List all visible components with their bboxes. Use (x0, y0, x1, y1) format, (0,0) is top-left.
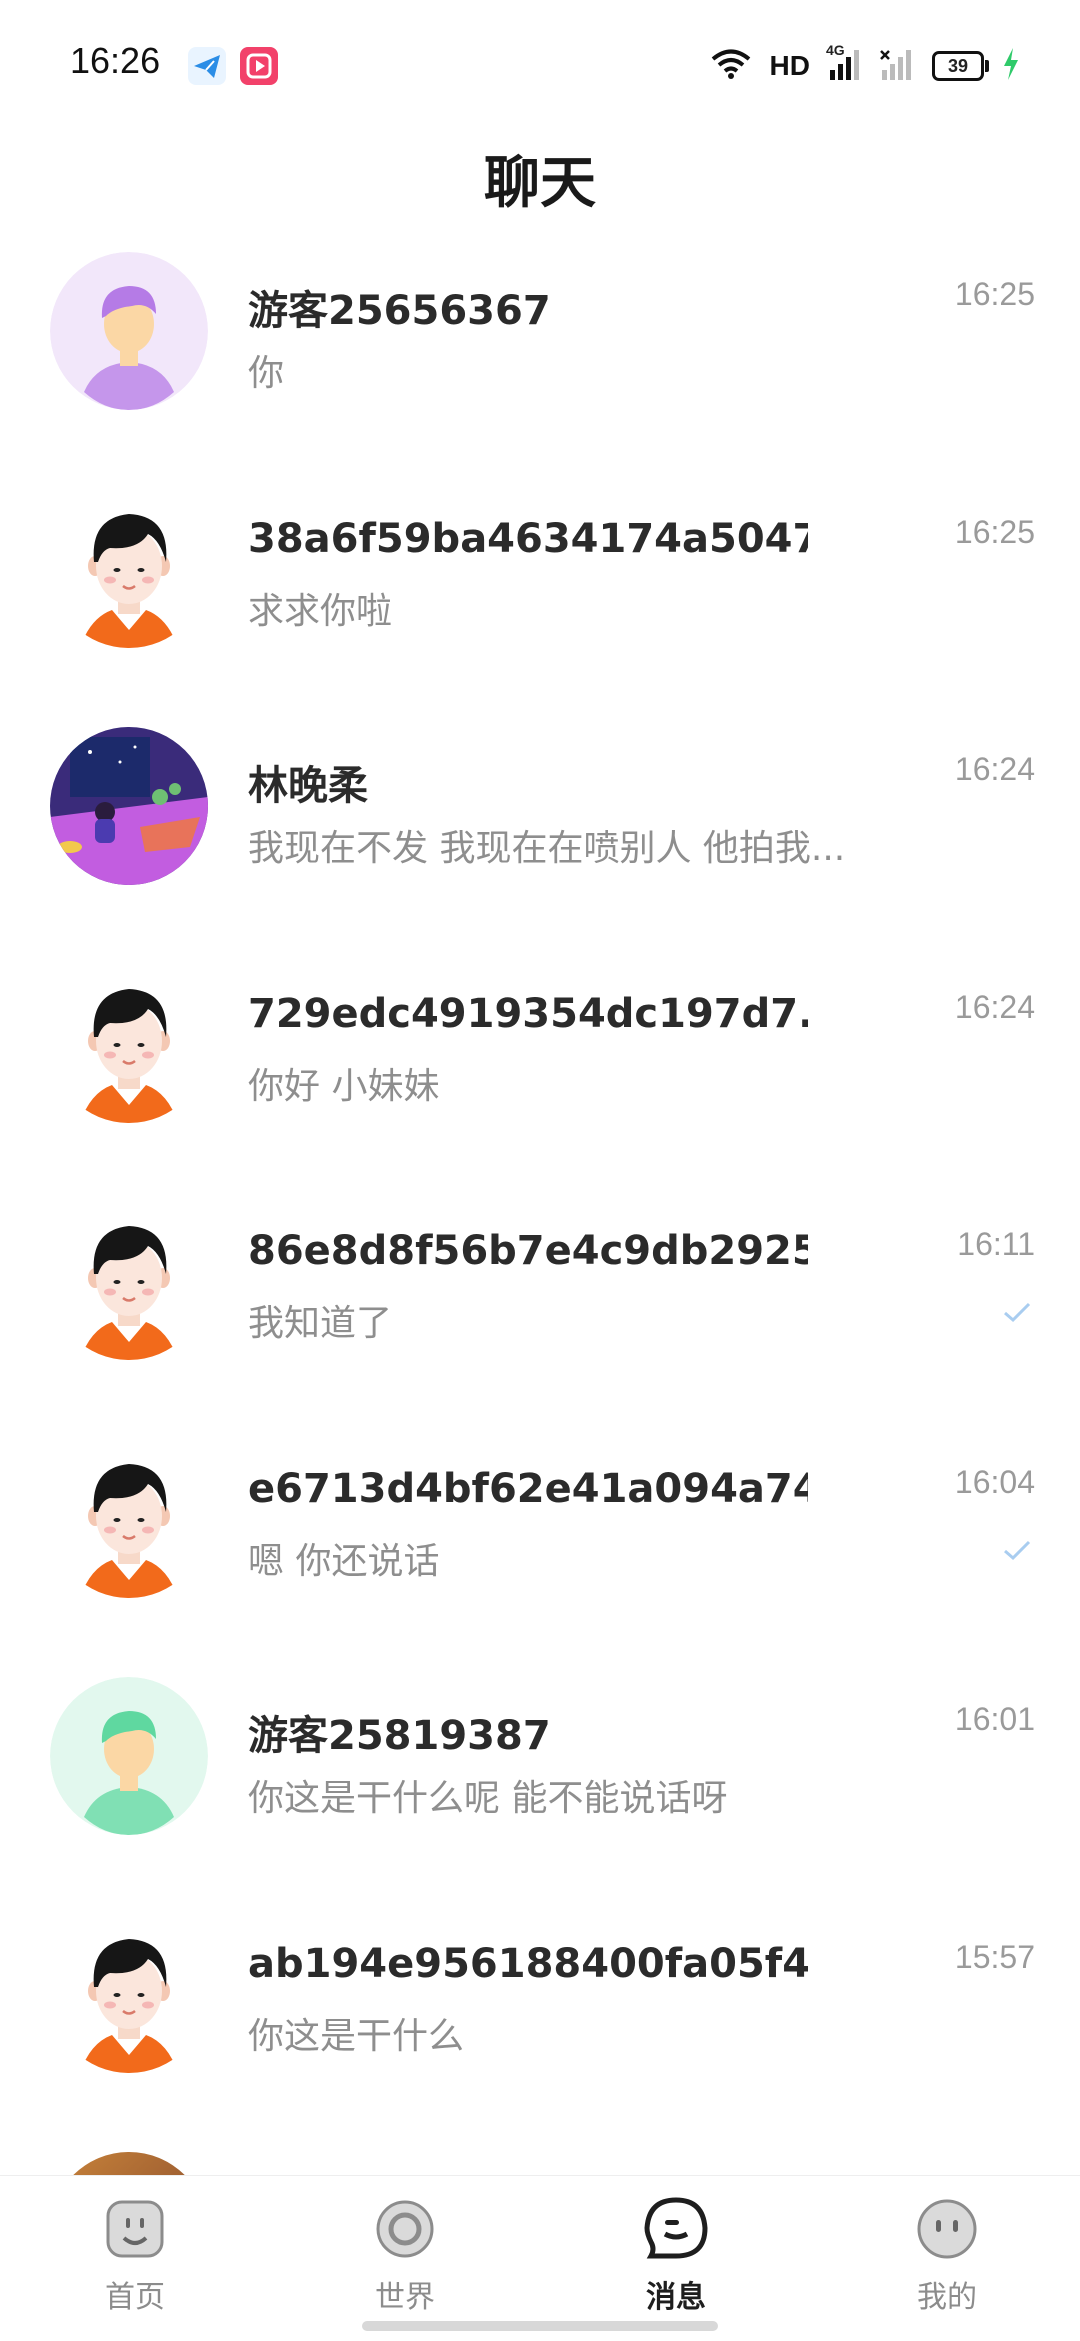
telegram-notification-icon (188, 47, 226, 85)
avatar[interactable] (50, 490, 208, 648)
chat-time: 16:25 (954, 276, 1035, 312)
message-bubble-icon (644, 2197, 708, 2259)
chat-preview: 你这是干什么 (248, 2015, 465, 2057)
chat-list[interactable]: 游客25656367 你 16:25 38a6f59ba4634174a5047...… (0, 240, 1080, 2175)
avatar[interactable] (50, 2152, 208, 2175)
nav-home[interactable]: 首页 (35, 2194, 235, 2334)
chat-preview: 你好 小妹妹 (248, 1065, 440, 1107)
hd-indicator: HD (769, 50, 810, 81)
avatar[interactable] (50, 252, 208, 410)
chat-list-item-partial[interactable] (0, 2140, 1080, 2175)
chat-name: 38a6f59ba4634174a5047... (248, 515, 808, 562)
status-bar: 16:26 HD 4G 39 (0, 0, 1080, 130)
nav-home-label: 首页 (105, 2280, 165, 2315)
chat-time: 16:04 (954, 1463, 1035, 1500)
nav-profile-label: 我的 (917, 2280, 977, 2315)
chat-name: 游客25819387 (248, 1713, 551, 1759)
chat-name: ab194e956188400fa05f4... (248, 1940, 808, 1987)
chat-list-item[interactable]: 86e8d8f56b7e4c9db2925... 我知道了 16:11 (0, 1190, 1080, 1427)
charging-bolt-icon (1002, 48, 1020, 84)
status-time: 16:26 (70, 40, 161, 81)
chat-time: 16:24 (954, 988, 1035, 1025)
chat-time: 16:01 (954, 1701, 1035, 1737)
chat-list-item[interactable]: 林晚柔我现在不发 我现在在喷别人 他拍我... 16:24 (0, 715, 1080, 952)
chat-time: 16:24 (954, 751, 1035, 787)
chat-name: 86e8d8f56b7e4c9db2925... (248, 1228, 808, 1274)
chat-preview: 求求你啦 (248, 590, 393, 632)
chat-time: 15:57 (954, 1938, 1035, 1975)
signal-4g-icon: 4G (826, 42, 862, 84)
wifi-icon (710, 48, 752, 84)
chat-list-item[interactable]: 游客25656367 你 16:25 (0, 240, 1080, 477)
chat-preview: 嗯 你还说话 (248, 1540, 440, 1582)
nav-world[interactable]: 世界 (305, 2194, 505, 2334)
avatar[interactable] (50, 965, 208, 1123)
nav-messages[interactable]: 消息 (576, 2194, 776, 2334)
chat-list-item[interactable]: 729edc4919354dc197d7... 你好 小妹妹 16:24 (0, 953, 1080, 1190)
chat-time: 16:25 (954, 513, 1035, 550)
page-title: 聊天 (484, 151, 596, 216)
battery-level: 39 (947, 55, 969, 76)
avatar[interactable] (50, 727, 208, 885)
video-app-notification-icon (240, 47, 278, 85)
read-check-icon (1004, 1540, 1031, 1560)
chat-list-item[interactable]: 38a6f59ba4634174a5047... 求求你啦 16:25 (0, 478, 1080, 715)
chat-list-item[interactable]: ab194e956188400fa05f4... 你这是干什么 15:57 (0, 1903, 1080, 2140)
chat-name: e6713d4bf62e41a094a74... (248, 1465, 808, 1512)
chat-name: 林晚柔 (248, 763, 368, 809)
chat-list-item[interactable]: 游客25819387 你这是干什么呢 能不能说话呀 16:01 (0, 1665, 1080, 1902)
chat-preview: 你这是干什么呢 能不能说话呀 (248, 1778, 728, 1819)
chat-preview: 我知道了 (248, 1303, 393, 1344)
chat-preview: 我现在不发 我现在在喷别人 他拍我... (248, 828, 846, 869)
chat-list-item[interactable]: e6713d4bf62e41a094a74... 嗯 你还说话 16:04 (0, 1428, 1080, 1665)
read-check-icon (1004, 1302, 1031, 1323)
nav-world-label: 世界 (375, 2280, 435, 2315)
chat-name: 729edc4919354dc197d7... (248, 990, 808, 1037)
avatar[interactable] (50, 1440, 208, 1598)
avatar[interactable] (50, 1915, 208, 2073)
chat-preview: 你 (248, 353, 285, 394)
avatar[interactable] (50, 1202, 208, 1360)
home-face-icon (106, 2200, 164, 2258)
world-ring-icon (376, 2200, 434, 2258)
chat-name: 游客25656367 (248, 288, 551, 334)
profile-face-icon (917, 2199, 977, 2259)
signal-no-service-icon (880, 48, 914, 84)
chat-time: 16:11 (957, 1226, 1035, 1262)
battery-icon: 39 (932, 51, 989, 81)
home-indicator[interactable] (362, 2321, 718, 2331)
nav-profile[interactable]: 我的 (847, 2194, 1047, 2334)
nav-messages-label: 消息 (646, 2280, 706, 2315)
avatar[interactable] (50, 1677, 208, 1835)
bottom-nav: 首页 世界 消息 我的 (0, 2175, 1080, 2341)
network-type-label: 4G (826, 42, 845, 58)
